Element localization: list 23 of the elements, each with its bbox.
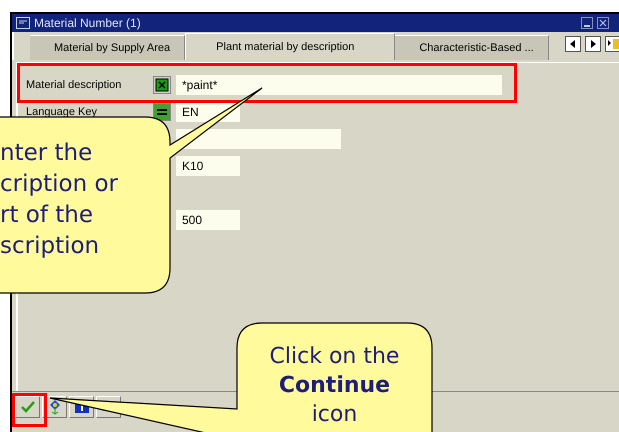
callout-text: Click on the Continue icon — [268, 343, 400, 429]
tab[interactable]: Plant material by description — [185, 33, 396, 60]
input-field[interactable]: *paint* — [176, 75, 502, 95]
tab[interactable]: Characteristic-Based ... — [395, 35, 549, 60]
callout-text: nter the cription or rt of the scription — [0, 139, 118, 261]
checkmark-icon — [20, 401, 34, 413]
window-icon — [16, 17, 30, 29]
tab[interactable]: Material by Supply Area — [30, 35, 186, 60]
field-label: Material description — [26, 79, 122, 91]
equals-icon[interactable] — [153, 103, 171, 121]
continue-button[interactable] — [15, 396, 40, 418]
minimize-icon[interactable] — [581, 17, 593, 29]
tab-list-icon[interactable] — [604, 36, 619, 52]
close-icon[interactable] — [597, 17, 609, 29]
input-field[interactable]: K10 — [176, 156, 240, 176]
pattern-icon[interactable] — [153, 76, 171, 94]
highlight-frame — [12, 393, 47, 427]
scroll-left-icon[interactable] — [564, 36, 581, 52]
scroll-right-icon[interactable] — [584, 36, 601, 52]
input-field[interactable]: 500 — [176, 210, 240, 230]
input-field[interactable] — [176, 129, 341, 149]
window-title: Material Number (1) — [34, 16, 141, 30]
field-label: Language Key — [26, 106, 97, 118]
